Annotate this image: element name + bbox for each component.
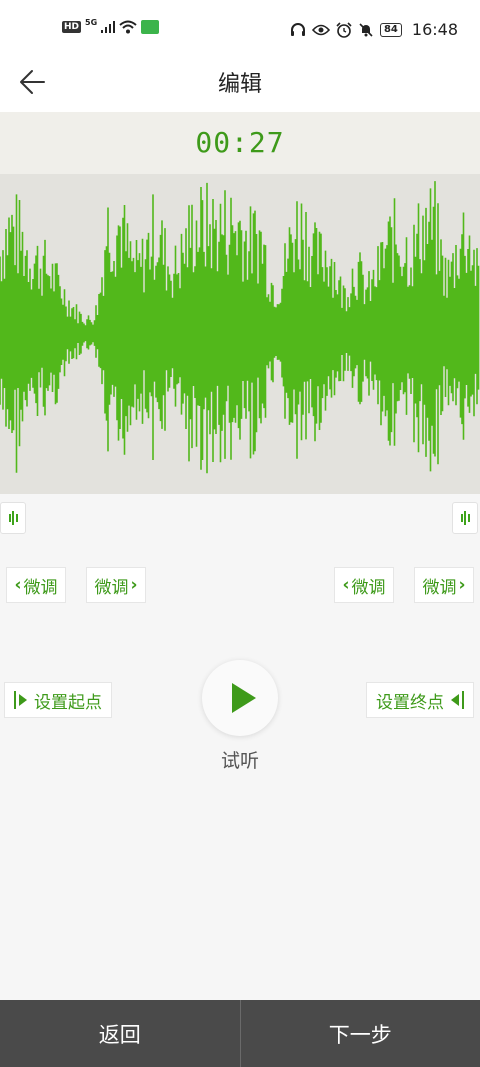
back-button[interactable]: 返回 [0, 1000, 240, 1067]
hd-badge: HD [62, 21, 82, 33]
set-end-icon [451, 691, 464, 709]
waveform[interactable] [0, 174, 480, 494]
start-handle[interactable] [0, 502, 26, 534]
drag-handle-icon [8, 511, 18, 525]
waveform-path [0, 181, 480, 474]
set-start-button[interactable]: 设置起点 [4, 682, 112, 718]
chevron-left-icon: ‹ [14, 575, 22, 595]
clock: 16:48 [411, 20, 458, 39]
alarm-icon [336, 21, 352, 38]
battery-level: 84 [379, 22, 402, 37]
status-bar: HD 5G 84 16:48 [0, 0, 480, 60]
signal-icon [101, 21, 116, 33]
status-left: HD 5G [62, 17, 160, 34]
chevron-right-icon: › [130, 575, 138, 595]
start-fine-forward-button[interactable]: 微调 › [86, 567, 146, 603]
start-fine-back-label: 微调 [23, 577, 58, 598]
start-fine-back-button[interactable]: ‹ 微调 [6, 567, 66, 603]
chevron-right-icon: › [458, 575, 466, 595]
set-start-label: 设置起点 [34, 692, 102, 713]
chevron-left-icon: ‹ [342, 575, 350, 595]
end-fine-forward-button[interactable]: 微调 › [414, 567, 474, 603]
bottom-bar: 返回 下一步 [0, 1000, 480, 1067]
set-start-icon [14, 691, 27, 709]
playback-timer: 00:27 [195, 126, 285, 159]
end-handle[interactable] [452, 502, 478, 534]
timer-band: 00:27 [0, 112, 480, 174]
end-fine-forward-label: 微调 [422, 577, 457, 598]
set-end-label: 设置终点 [376, 692, 444, 713]
top-bar: 编辑 [0, 60, 480, 112]
network-type: 5G [85, 17, 98, 27]
wifi-icon [119, 20, 137, 34]
next-step-button[interactable]: 下一步 [241, 1000, 480, 1067]
end-fine-back-label: 微调 [351, 577, 386, 598]
waveform-area[interactable] [0, 174, 480, 494]
drag-handle-icon [460, 511, 470, 525]
play-icon [232, 683, 256, 713]
set-end-button[interactable]: 设置终点 [366, 682, 474, 718]
app-notification-icon [141, 20, 160, 34]
start-fine-forward-label: 微调 [94, 577, 129, 598]
status-right: 84 16:48 [290, 20, 458, 39]
end-fine-back-button[interactable]: ‹ 微调 [334, 567, 394, 603]
page-title: 编辑 [217, 72, 262, 97]
headphones-icon [290, 22, 305, 36]
mute-bell-icon [359, 22, 373, 37]
listen-label: 试听 [220, 750, 259, 772]
eye-icon [311, 24, 330, 35]
play-button[interactable] [202, 660, 278, 736]
